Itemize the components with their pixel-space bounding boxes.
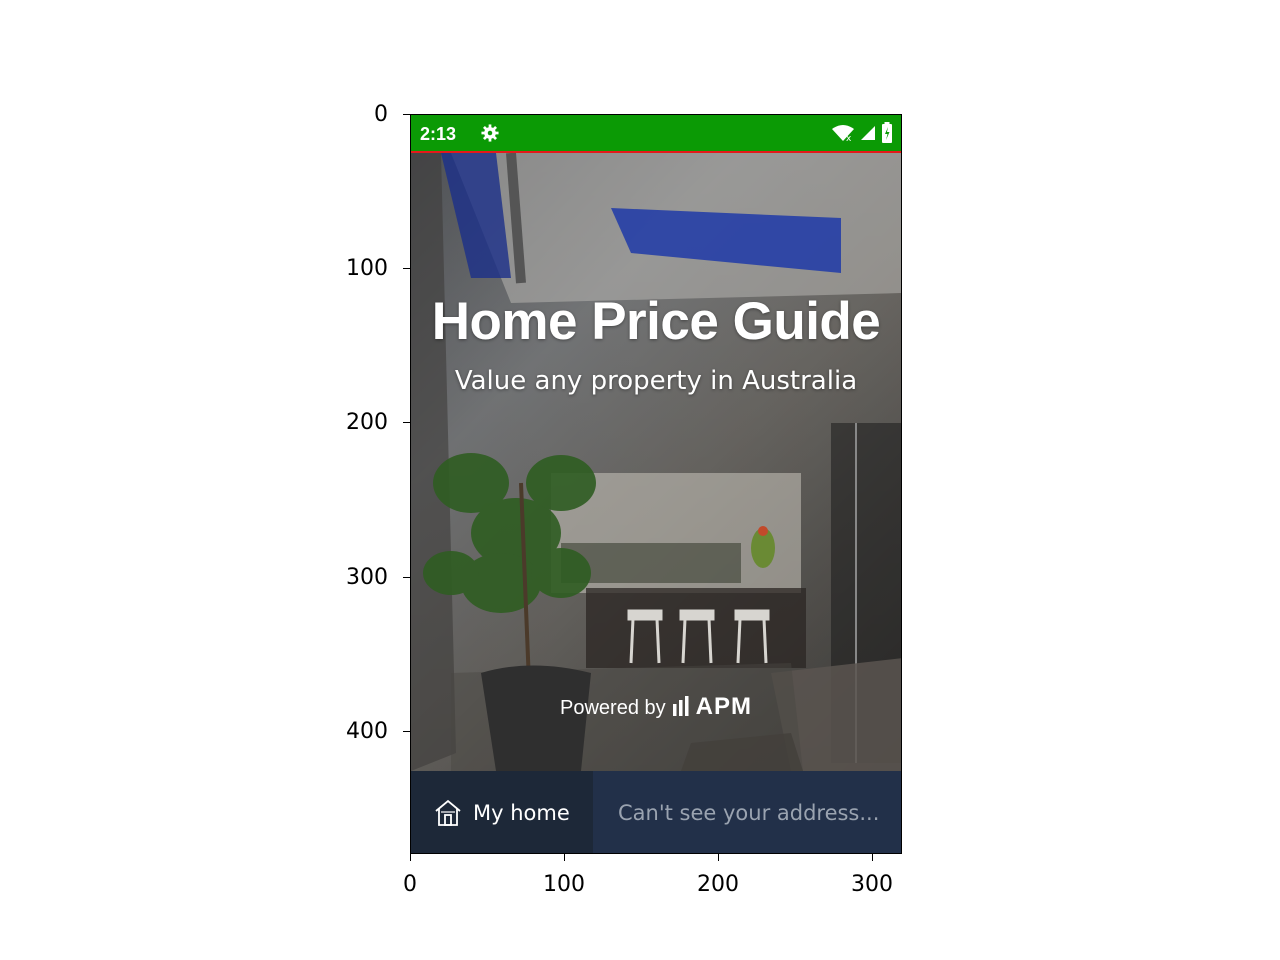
- y-tick: [403, 422, 410, 423]
- y-tick: [403, 268, 410, 269]
- x-tick-label: 300: [851, 872, 893, 897]
- x-tick-label: 200: [697, 872, 739, 897]
- status-bar: 2:13 x: [411, 115, 901, 153]
- my-home-button[interactable]: My home: [411, 771, 593, 853]
- bottom-bar: My home Can't see your address...: [411, 771, 901, 853]
- address-search-field[interactable]: Can't see your address...: [593, 771, 901, 853]
- y-tick: [403, 114, 410, 115]
- interior-photo: [411, 153, 901, 771]
- battery-icon: [882, 122, 892, 143]
- phone-screen: 2:13 x Home Price Guide Value any proper…: [410, 114, 902, 854]
- hero-banner: Home Price Guide Value any property in A…: [411, 153, 901, 771]
- app-title: Home Price Guide: [431, 292, 881, 351]
- wifi-icon: x: [832, 125, 854, 142]
- y-tick-label: 200: [346, 410, 388, 435]
- status-time: 2:13: [420, 124, 457, 144]
- home-icon: [435, 799, 461, 826]
- y-tick-label: 0: [374, 102, 388, 127]
- y-tick-label: 400: [346, 719, 388, 744]
- apm-logo-icon: [672, 696, 689, 716]
- app-subtitle: Value any property in Australia: [454, 366, 858, 396]
- x-tick-label: 100: [543, 872, 585, 897]
- powered-by-label: Powered by: [560, 697, 666, 719]
- svg-text:x: x: [846, 134, 852, 142]
- y-tick: [403, 731, 410, 732]
- x-tick-label: 0: [403, 872, 417, 897]
- y-tick: [403, 577, 410, 578]
- x-tick: [564, 854, 565, 861]
- apm-brand: APM: [695, 693, 752, 720]
- y-tick-label: 300: [346, 565, 388, 590]
- address-placeholder: Can't see your address...: [618, 801, 880, 825]
- settings-icon: [481, 124, 499, 142]
- x-tick: [410, 854, 411, 861]
- signal-icon: [861, 126, 875, 140]
- x-tick: [718, 854, 719, 861]
- x-tick: [872, 854, 873, 861]
- powered-by: Powered by APM: [411, 693, 901, 721]
- y-tick-label: 100: [346, 256, 388, 281]
- my-home-label: My home: [473, 801, 570, 825]
